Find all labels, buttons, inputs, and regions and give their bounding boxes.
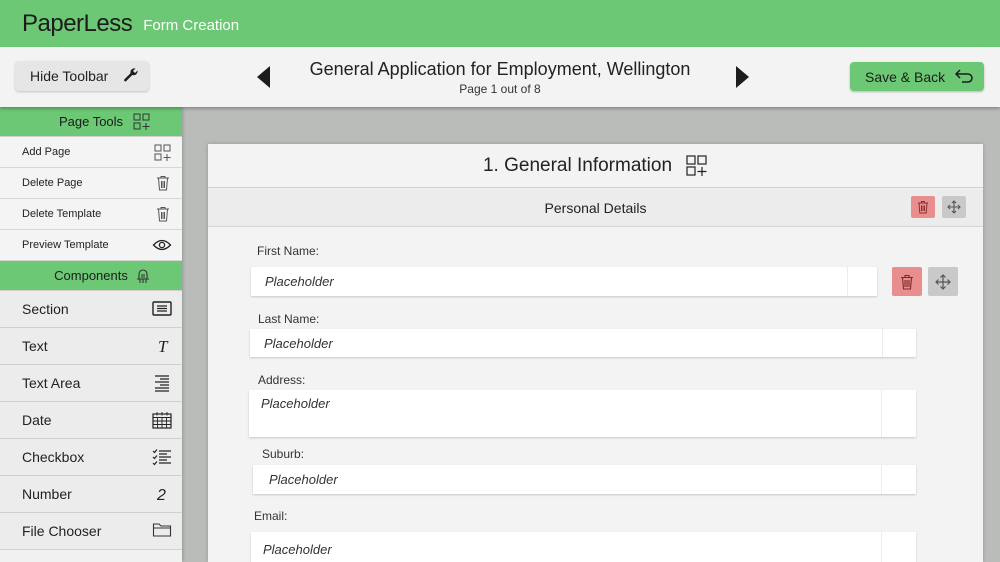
component-text[interactable]: Text T	[0, 328, 182, 365]
save-and-back-label: Save & Back	[865, 68, 946, 85]
move-arrows-icon	[935, 273, 951, 290]
wrench-icon	[124, 68, 138, 82]
field-label-first-name: First Name:	[257, 244, 320, 258]
section-title[interactable]: 1. General Information	[483, 155, 672, 177]
text-icon: T	[158, 337, 169, 355]
form-page: 1. General Information Personal Details …	[208, 144, 983, 562]
folder-icon	[152, 523, 172, 537]
components-header: Components	[0, 261, 182, 291]
text-area-icon	[155, 375, 169, 392]
group-header: Personal Details	[208, 189, 983, 227]
trash-icon	[901, 274, 913, 290]
sidebar: Page Tools Add Page Delete Page Delete T…	[0, 107, 182, 562]
section-icon	[152, 301, 172, 316]
sidebar-item-label: Add Page	[22, 146, 71, 158]
field-placeholder: Placeholder	[261, 396, 330, 411]
field-placeholder: Placeholder	[265, 274, 334, 289]
field-label-suburb: Suburb:	[262, 447, 305, 461]
trash-icon	[157, 176, 169, 191]
sidebar-item-label: Delete Template	[22, 208, 102, 220]
last-name-field[interactable]: Placeholder	[250, 329, 916, 357]
sidebar-item-add-page[interactable]: Add Page	[0, 137, 182, 168]
trash-icon	[157, 207, 169, 222]
hide-toolbar-button[interactable]: Hide Toolbar	[15, 61, 149, 91]
app-subtitle: Form Creation	[143, 17, 240, 34]
component-label: Date	[22, 412, 52, 428]
component-label: Text	[22, 338, 48, 354]
trash-icon	[918, 201, 928, 214]
move-field-button[interactable]	[928, 267, 958, 296]
component-label: File Chooser	[22, 523, 102, 539]
sidebar-item-delete-template[interactable]: Delete Template	[0, 199, 182, 230]
component-checkbox[interactable]: Checkbox	[0, 439, 182, 476]
component-section[interactable]: Section	[0, 291, 182, 328]
first-name-field[interactable]: Placeholder	[251, 267, 877, 296]
move-group-button[interactable]	[942, 196, 966, 218]
component-text-area[interactable]: Text Area	[0, 365, 182, 402]
address-text-area[interactable]: Placeholder	[249, 390, 916, 437]
toolbar: Hide Toolbar General Application for Emp…	[0, 47, 1000, 107]
component-number[interactable]: Number 2	[0, 476, 182, 513]
add-grid-icon[interactable]	[686, 154, 708, 177]
app-header: PaperLess Form Creation	[0, 0, 1000, 47]
email-field[interactable]: Placeholder	[251, 532, 916, 562]
sidebar-item-preview-template[interactable]: Preview Template	[0, 230, 182, 261]
delete-group-button[interactable]	[911, 196, 935, 218]
app-brand: PaperLess	[22, 9, 133, 37]
field-placeholder: Placeholder	[269, 472, 338, 487]
checklist-icon	[152, 449, 171, 466]
previous-page-arrow-icon[interactable]	[257, 66, 270, 88]
component-plug-icon	[137, 269, 149, 283]
add-grid-icon	[154, 144, 171, 161]
component-file-chooser[interactable]: File Chooser	[0, 513, 182, 550]
page-tools-header: Page Tools	[0, 107, 182, 137]
add-grid-icon	[133, 113, 150, 130]
field-placeholder: Placeholder	[264, 336, 333, 351]
save-and-back-button[interactable]: Save & Back	[850, 62, 984, 91]
move-arrows-icon	[947, 200, 961, 214]
component-label: Text Area	[22, 375, 81, 391]
suburb-field[interactable]: Placeholder	[253, 465, 916, 494]
sidebar-item-delete-page[interactable]: Delete Page	[0, 168, 182, 199]
field-label-email: Email:	[254, 509, 288, 523]
return-arrow-icon	[954, 69, 973, 83]
hide-toolbar-label: Hide Toolbar	[30, 68, 109, 84]
group-title[interactable]: Personal Details	[545, 200, 647, 216]
component-label: Section	[22, 301, 69, 317]
svg-text:T: T	[158, 337, 169, 355]
delete-field-button[interactable]	[892, 267, 922, 296]
eye-icon	[152, 239, 172, 251]
field-label-last-name: Last Name:	[258, 312, 320, 326]
component-label: Checkbox	[22, 449, 85, 465]
components-title: Components	[54, 268, 128, 283]
number-icon: 2	[156, 487, 166, 503]
field-label-address: Address:	[258, 373, 306, 387]
sidebar-item-label: Delete Page	[22, 177, 83, 189]
field-placeholder: Placeholder	[263, 542, 332, 557]
page-tools-title: Page Tools	[58, 114, 124, 129]
component-label: Number	[22, 486, 72, 502]
calendar-icon	[152, 412, 172, 429]
svg-text:2: 2	[156, 487, 166, 503]
section-header: 1. General Information	[208, 144, 983, 188]
page-indicator: Page 1 out of 8	[459, 82, 541, 96]
sidebar-item-label: Preview Template	[22, 239, 109, 251]
document-title: General Application for Employment, Well…	[309, 59, 691, 79]
next-page-arrow-icon[interactable]	[736, 66, 749, 88]
component-date[interactable]: Date	[0, 402, 182, 439]
